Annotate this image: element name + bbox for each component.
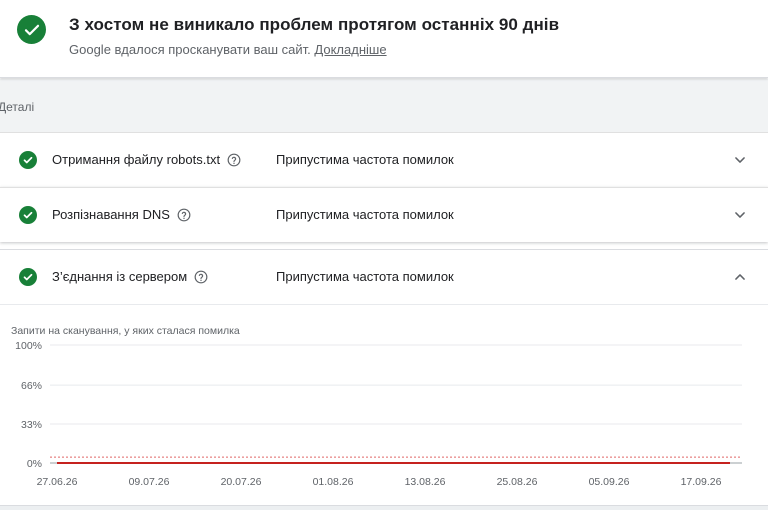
row-dns-resolution[interactable]: Розпізнавання DNS Припустима частота пом…: [0, 187, 768, 242]
x-tick-label: 17.09.26: [681, 476, 722, 488]
chevron-down-icon[interactable]: [730, 205, 750, 225]
y-tick-label: 33%: [21, 419, 42, 431]
row-status: Припустима частота помилок: [276, 152, 454, 167]
server-connection-chart-panel: Запити на сканування, у яких сталася пом…: [0, 304, 768, 510]
chevron-down-icon[interactable]: [730, 150, 750, 170]
row-name: З’єднання із сервером: [52, 269, 208, 284]
x-tick-label: 05.09.26: [589, 476, 630, 488]
help-icon[interactable]: [194, 270, 208, 284]
y-tick-label: 100%: [15, 340, 42, 352]
check-icon: [24, 24, 39, 35]
row-name-text: З’єднання із сервером: [52, 269, 188, 284]
page-title: З хостом не виникало проблем протягом ос…: [69, 15, 560, 34]
row-status: Припустима частота помилок: [276, 207, 454, 222]
check-circle-icon: [19, 206, 37, 224]
details-section-header: Деталі: [0, 79, 768, 132]
help-icon[interactable]: [227, 153, 241, 167]
panel-bottom-edge: [0, 505, 768, 510]
x-tick-label: 13.08.26: [405, 476, 446, 488]
x-tick-label: 09.07.26: [129, 476, 170, 488]
host-status-header: З хостом не виникало проблем протягом ос…: [0, 0, 768, 78]
x-tick-label: 25.08.26: [497, 476, 538, 488]
y-tick-label: 0%: [27, 458, 42, 470]
row-status: Припустима частота помилок: [276, 269, 454, 284]
details-label: Деталі: [0, 100, 35, 114]
learn-more-link[interactable]: Докладніше: [314, 42, 386, 57]
check-circle-icon: [19, 268, 37, 286]
x-tick-label: 27.06.26: [37, 476, 78, 488]
subtitle-text: Google вдалося просканувати ваш сайт.: [69, 42, 311, 57]
x-tick-label: 01.08.26: [313, 476, 354, 488]
row-robots-txt[interactable]: Отримання файлу robots.txt Припустима ча…: [0, 132, 768, 187]
x-tick-label: 20.07.26: [221, 476, 262, 488]
row-name-text: Розпізнавання DNS: [52, 207, 170, 222]
row-server-connection[interactable]: З’єднання із сервером Припустима частота…: [0, 249, 768, 304]
status-badge: [17, 15, 46, 44]
chevron-up-icon[interactable]: [730, 267, 750, 287]
row-name-text: Отримання файлу robots.txt: [52, 152, 221, 167]
check-circle-icon: [19, 151, 37, 169]
y-tick-label: 66%: [21, 380, 42, 392]
row-name: Розпізнавання DNS: [52, 207, 191, 222]
error-rate-chart: 100% 66% 33% 0% 27.06.26 09.07.26 20.07.26 01.0…: [15, 340, 742, 488]
header-subtitle: Google вдалося просканувати ваш сайт. До…: [69, 42, 387, 57]
row-name: Отримання файлу robots.txt: [52, 152, 241, 167]
help-icon[interactable]: [177, 208, 191, 222]
